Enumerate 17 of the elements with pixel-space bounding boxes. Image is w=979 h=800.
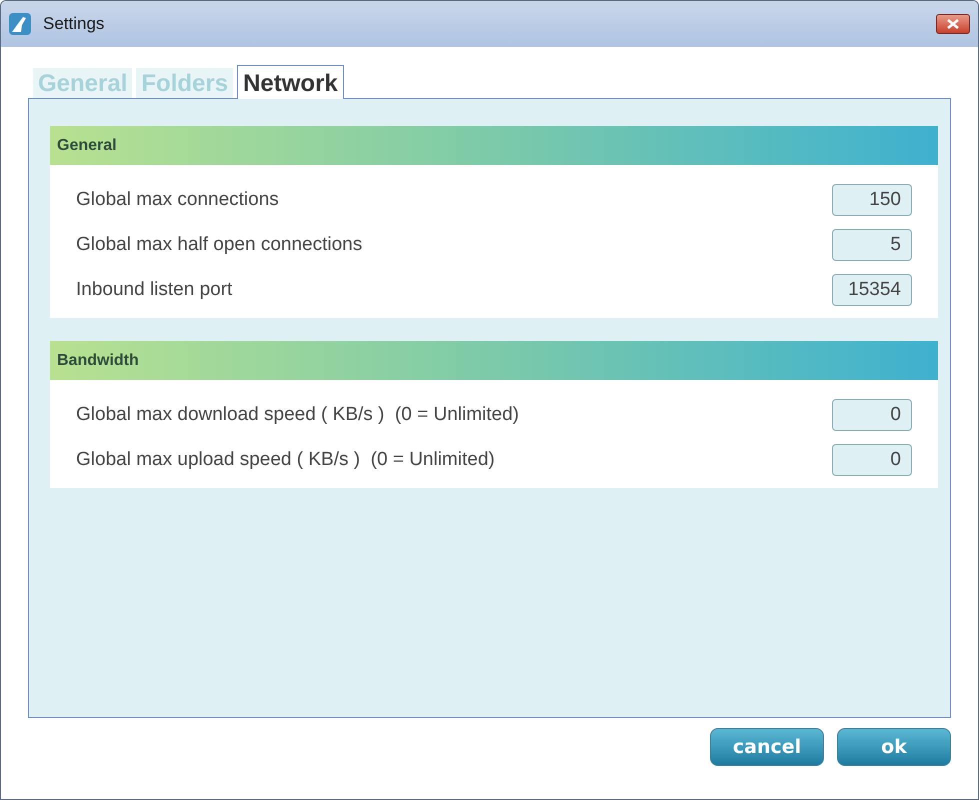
window-title: Settings (43, 14, 104, 34)
close-icon (946, 19, 960, 29)
number-field[interactable]: 0 (832, 398, 912, 430)
setting-label: Global max download speed ( KB/s ) (0 = Unlimited) (76, 404, 520, 426)
number-field[interactable]: 0 (832, 444, 912, 476)
tab[interactable]: Network (237, 65, 344, 99)
number-field[interactable]: 15354 (832, 274, 912, 306)
close-button[interactable] (936, 14, 970, 34)
number-field[interactable]: 150 (832, 184, 912, 216)
setting-label: Global max upload speed ( KB/s ) (0 = Unlimited) (76, 448, 495, 470)
section-title: General (57, 136, 117, 154)
app-icon (9, 13, 31, 35)
setting-label: Global max half open connections (76, 234, 362, 256)
number-field[interactable]: 5 (832, 228, 912, 260)
setting-label: Inbound listen port (76, 278, 232, 300)
section-title: Bandwidth (57, 352, 139, 370)
setting-label: Global max connections (76, 188, 279, 210)
